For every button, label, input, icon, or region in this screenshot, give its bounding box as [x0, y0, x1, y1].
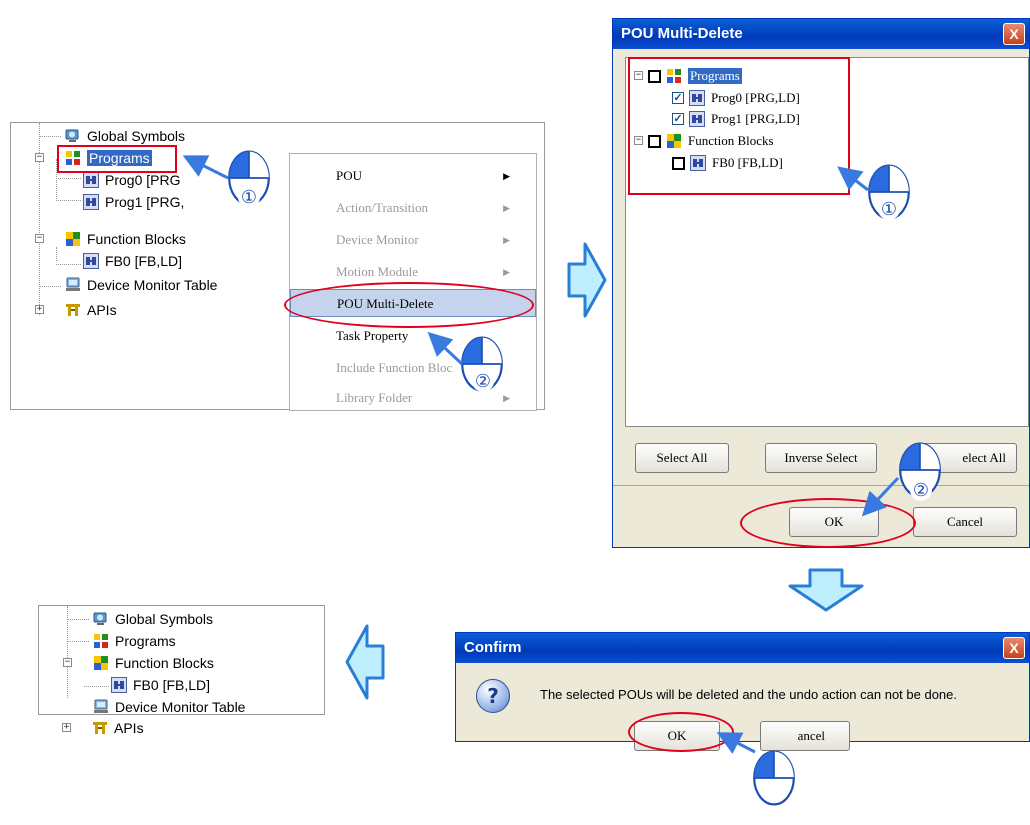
apis-icon: [65, 302, 81, 318]
tree-guide-line: [56, 264, 81, 265]
step-2-marker: ②: [910, 479, 932, 501]
dialog-title: Confirm: [456, 633, 1029, 663]
tree-node-label: APIs: [114, 720, 144, 736]
tree-node-label: Prog0 [PRG: [105, 172, 181, 188]
function-blocks-icon: [93, 655, 109, 671]
confirm-message: The selected POUs will be deleted and th…: [540, 687, 958, 702]
tree-guide-line: [56, 247, 57, 261]
tree-node-label: Global Symbols: [87, 128, 186, 144]
tree-node-global-symbols[interactable]: Global Symbols: [65, 126, 185, 146]
flow-arrow-left-icon: [345, 624, 385, 700]
tree-node-label: FB0 [FB,LD]: [105, 253, 183, 269]
tree-guide-line: [84, 686, 109, 687]
tree-node-label: Prog1 [PRG,: [105, 194, 185, 210]
collapse-icon[interactable]: −: [35, 234, 44, 243]
highlight-box: [628, 57, 850, 195]
flow-arrow-down-icon: [788, 568, 864, 612]
close-button[interactable]: X: [1003, 637, 1025, 659]
tree-node-programs[interactable]: Programs: [93, 631, 176, 651]
submenu-arrow-icon: ▶: [503, 171, 510, 181]
programs-icon: [93, 633, 109, 649]
tree-node-label: Device Monitor Table: [87, 277, 218, 293]
tree-node-function-blocks[interactable]: Function Blocks: [65, 229, 186, 249]
tree-node-fb0[interactable]: FB0 [FB,LD]: [83, 251, 182, 271]
tree-node-global-symbols[interactable]: Global Symbols: [93, 609, 213, 629]
tree-guide-line: [39, 136, 61, 137]
tree-node-label: FB0 [FB,LD]: [133, 677, 211, 693]
highlight-oval: [740, 498, 916, 548]
function-blocks-icon: [65, 231, 81, 247]
global-symbols-icon: [93, 611, 109, 627]
device-monitor-icon: [93, 699, 109, 715]
pou-icon: [83, 253, 99, 269]
tree-node-prog0[interactable]: Prog0 [PRG: [83, 170, 180, 190]
cancel-button[interactable]: Cancel: [913, 507, 1017, 537]
tree-node-label: Function Blocks: [87, 231, 186, 247]
tree-node-label: Global Symbols: [115, 611, 214, 627]
pou-icon: [83, 194, 99, 210]
menu-item-pou[interactable]: POU ▶: [290, 162, 536, 190]
highlight-oval: [284, 282, 534, 328]
dialog-title: POU Multi-Delete: [613, 19, 1029, 49]
question-icon: ?: [476, 679, 510, 713]
device-monitor-icon: [65, 277, 81, 293]
flow-arrow-right-icon: [567, 242, 607, 318]
project-tree-after: Global Symbols Programs − Function Block…: [38, 605, 325, 715]
collapse-icon[interactable]: −: [35, 153, 44, 162]
tree-node-label: Device Monitor Table: [115, 699, 246, 715]
tree-guide-line: [56, 178, 81, 179]
expand-icon[interactable]: +: [35, 305, 44, 314]
tree-guide-line: [56, 200, 81, 201]
pou-icon: [111, 677, 127, 693]
tree-node-label: Programs: [115, 633, 176, 649]
tree-node-apis[interactable]: APIs: [92, 718, 144, 738]
inverse-select-button[interactable]: Inverse Select: [765, 443, 877, 473]
submenu-arrow-icon: ▶: [503, 203, 510, 213]
tree-node-label: Function Blocks: [115, 655, 214, 671]
tree-node-fb0[interactable]: FB0 [FB,LD]: [111, 675, 210, 695]
cancel-button[interactable]: ancel: [760, 721, 850, 751]
tree-node-device-monitor-table[interactable]: Device Monitor Table: [65, 275, 217, 295]
select-all-button[interactable]: Select All: [635, 443, 729, 473]
pou-icon: [83, 172, 99, 188]
tree-node-device-monitor-table[interactable]: Device Monitor Table: [93, 697, 245, 717]
tree-guide-line: [67, 619, 89, 620]
step-1-marker: ①: [878, 198, 900, 220]
menu-item-action-transition[interactable]: Action/Transition ▶: [290, 194, 536, 222]
global-symbols-icon: [65, 128, 81, 144]
step-2-marker: ②: [472, 370, 494, 392]
highlight-box: [57, 145, 177, 173]
expand-icon[interactable]: +: [62, 723, 71, 732]
tree-node-label: APIs: [87, 302, 117, 318]
collapse-icon[interactable]: −: [63, 658, 72, 667]
submenu-arrow-icon: ▶: [503, 267, 510, 277]
tree-guide-line: [39, 286, 61, 287]
tree-node-apis[interactable]: APIs: [65, 300, 117, 320]
confirm-dialog: Confirm X ? The selected POUs will be de…: [455, 632, 1030, 751]
tree-guide-line: [67, 641, 89, 642]
mouse-click-icon: [752, 748, 796, 808]
tree-node-prog1[interactable]: Prog1 [PRG,: [83, 192, 184, 212]
submenu-arrow-icon: ▶: [503, 235, 510, 245]
highlight-oval: [628, 712, 734, 752]
step-1-marker: ①: [238, 186, 260, 208]
submenu-arrow-icon: ▶: [503, 393, 510, 403]
apis-icon: [92, 720, 108, 736]
tree-node-function-blocks[interactable]: Function Blocks: [93, 653, 214, 673]
divider: [613, 485, 1029, 486]
close-button[interactable]: X: [1003, 23, 1025, 45]
menu-item-device-monitor[interactable]: Device Monitor ▶: [290, 226, 536, 254]
